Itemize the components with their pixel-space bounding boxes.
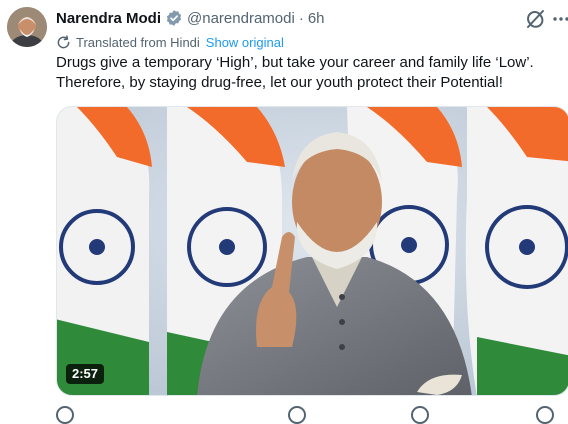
translate-icon: [56, 34, 71, 50]
tweet-time[interactable]: 6h: [308, 10, 325, 27]
avatar[interactable]: [7, 7, 47, 47]
separator-dot: ·: [298, 9, 304, 27]
reply-icon[interactable]: [56, 406, 74, 424]
retweet-icon[interactable]: [288, 406, 306, 424]
video-thumbnail: [57, 107, 568, 395]
flag-left: [57, 107, 152, 395]
views-icon[interactable]: [536, 406, 554, 424]
show-original-link[interactable]: Show original: [206, 35, 284, 50]
translation-note: Translated from Hindi Show original: [56, 33, 284, 51]
flag-right: [465, 107, 568, 395]
author-handle[interactable]: @narendramodi: [187, 10, 295, 27]
tweet-header: Narendra Modi @narendramodi · 6h: [56, 8, 325, 28]
author-name[interactable]: Narendra Modi: [56, 10, 161, 27]
video-player[interactable]: [56, 106, 568, 396]
tweet-actions: [56, 406, 561, 424]
like-icon[interactable]: [411, 406, 429, 424]
verified-badge-icon[interactable]: [165, 9, 183, 27]
video-duration-badge: 2:57: [66, 364, 105, 384]
translation-label: Translated from Hindi: [76, 34, 200, 50]
grok-icon[interactable]: [524, 8, 546, 30]
tweet-text: Drugs give a temporary ‘High’, but take …: [56, 54, 534, 91]
more-options-icon[interactable]: [551, 10, 568, 28]
